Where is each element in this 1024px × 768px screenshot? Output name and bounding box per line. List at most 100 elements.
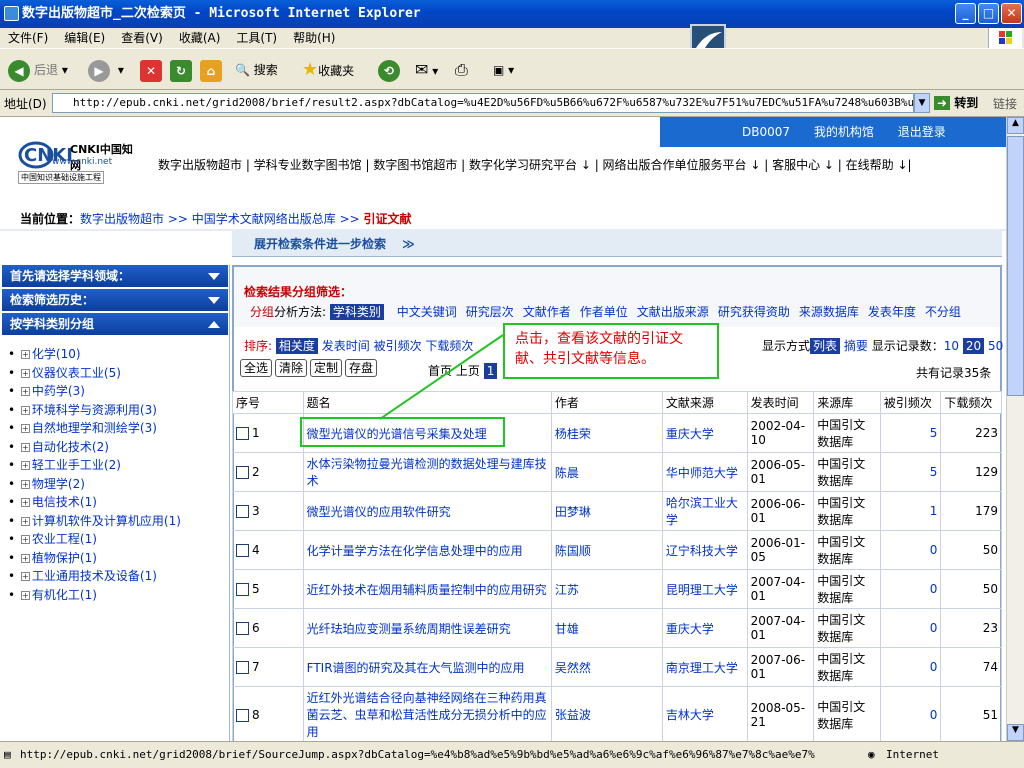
row-checkbox[interactable]	[236, 505, 249, 518]
expand-plus-icon[interactable]: +	[20, 442, 30, 452]
expand-plus-icon[interactable]: +	[20, 405, 30, 415]
sort-option-selected[interactable]: 相关度	[275, 338, 318, 354]
logout-link[interactable]: 退出登录	[898, 125, 946, 139]
display-list[interactable]: 列表	[810, 338, 841, 354]
cited-count[interactable]: 5	[930, 426, 938, 440]
cited-count[interactable]: 0	[930, 582, 938, 596]
first-page-link[interactable]: 首页	[428, 364, 452, 378]
menu-tools[interactable]: 工具(T)	[228, 28, 285, 48]
address-dropdown-icon[interactable]: ▼	[914, 93, 930, 113]
mail-button[interactable]: ✉ ▾	[415, 57, 438, 83]
expand-plus-icon[interactable]: +	[20, 553, 30, 563]
expand-plus-icon[interactable]: +	[20, 387, 30, 396]
count-10[interactable]: 10	[944, 339, 959, 353]
display-summary[interactable]: 摘要	[844, 339, 868, 353]
sidebar-subject-header[interactable]: 首先请选择学科领域：	[2, 265, 228, 287]
history-button[interactable]: ⟲	[378, 57, 404, 83]
row-checkbox[interactable]	[236, 544, 249, 557]
save-button[interactable]: 存盘	[345, 359, 378, 377]
cited-count[interactable]: 0	[930, 708, 938, 722]
category-item[interactable]: • + 农业工程(1)	[8, 530, 181, 549]
search-button[interactable]: 🔍 搜索	[235, 57, 278, 83]
source-link[interactable]: 辽宁科技大学	[666, 544, 738, 558]
row-checkbox[interactable]	[236, 466, 249, 479]
count-20[interactable]: 20	[962, 338, 985, 354]
group-option[interactable]: 研究获得资助	[718, 305, 790, 319]
go-button[interactable]: ➜ 转到	[934, 94, 978, 111]
menu-edit[interactable]: 编辑(E)	[56, 28, 113, 48]
menu-file[interactable]: 文件(F)	[0, 28, 56, 48]
row-checkbox[interactable]	[236, 583, 249, 596]
source-link[interactable]: 哈尔滨工业大学	[666, 496, 738, 527]
author-link[interactable]: 陈晨	[555, 466, 579, 480]
vertical-scrollbar[interactable]: ▲ ▼	[1006, 117, 1024, 741]
expand-plus-icon[interactable]: +	[20, 350, 30, 359]
author-link[interactable]: 张益波	[555, 708, 591, 722]
forward-button[interactable]: ▶ ▾	[88, 57, 124, 83]
title-link[interactable]: FTIR谱图的研究及其在大气监测中的应用	[307, 661, 525, 675]
cited-count[interactable]: 0	[930, 543, 938, 557]
expand-plus-icon[interactable]: +	[20, 424, 30, 433]
category-item[interactable]: • + 中药学(3)	[8, 382, 181, 401]
title-link[interactable]: 光纤珐珀应变测量系统周期性误差研究	[307, 622, 511, 636]
source-link[interactable]: 吉林大学	[666, 708, 714, 722]
menu-view[interactable]: 查看(V)	[113, 28, 171, 48]
maximize-button[interactable]: □	[978, 3, 999, 24]
cited-count[interactable]: 1	[930, 504, 938, 518]
close-button[interactable]: ✕	[1001, 3, 1022, 24]
source-link[interactable]: 重庆大学	[666, 427, 714, 441]
expand-plus-icon[interactable]: +	[20, 479, 30, 489]
cited-count[interactable]: 5	[930, 465, 938, 479]
author-link[interactable]: 田梦琳	[555, 505, 591, 519]
current-page[interactable]: 1	[483, 363, 498, 379]
category-item[interactable]: • + 自然地理学和测绘学(3)	[8, 419, 181, 438]
breadcrumb-path[interactable]: 数字出版物超市 >> 中国学术文献网络出版总库 >>	[80, 212, 363, 226]
category-item[interactable]: • + 自动化技术(2)	[8, 438, 181, 457]
cited-count[interactable]: 0	[930, 621, 938, 635]
category-item[interactable]: • + 工业通用技术及设备(1)	[8, 567, 181, 586]
favorites-button[interactable]: ★收藏夹	[302, 57, 354, 83]
address-input[interactable]: http://epub.cnki.net/grid2008/brief/resu…	[52, 93, 914, 113]
expand-plus-icon[interactable]: +	[20, 572, 30, 581]
row-checkbox[interactable]	[236, 622, 249, 635]
group-option[interactable]: 文献作者	[523, 305, 571, 319]
group-option[interactable]: 作者单位	[580, 305, 628, 319]
expand-plus-icon[interactable]: +	[20, 535, 30, 544]
select-all-button[interactable]: 全选	[240, 359, 273, 377]
scroll-up-icon[interactable]: ▲	[1007, 117, 1024, 134]
title-link[interactable]: 水体污染物拉曼光谱检测的数据处理与建库技术	[307, 457, 547, 488]
category-item[interactable]: • + 电信技术(1)	[8, 493, 181, 512]
minimize-button[interactable]: _	[955, 3, 976, 24]
site-nav[interactable]: 数字出版物超市 | 学科专业数字图书馆 | 数字图书馆超市 | 数字化学习研究平…	[158, 157, 912, 173]
row-checkbox[interactable]	[236, 708, 249, 722]
expand-plus-icon[interactable]: +	[20, 498, 30, 507]
customize-button[interactable]: 定制	[310, 359, 343, 377]
category-item[interactable]: • + 化学(10)	[8, 345, 181, 364]
source-link[interactable]: 华中师范大学	[666, 466, 738, 480]
expand-plus-icon[interactable]: +	[20, 461, 30, 470]
expand-search-bar[interactable]: 展开检索条件进一步检索 ≫	[232, 231, 1002, 257]
scroll-thumb[interactable]	[1007, 136, 1024, 396]
category-item[interactable]: • + 有机化工(1)	[8, 586, 181, 605]
print-button[interactable]: ⎙	[455, 57, 468, 83]
edit-button[interactable]: ▣ ▾	[493, 57, 514, 83]
sidebar-history-header[interactable]: 检索筛选历史：	[2, 289, 228, 311]
expand-plus-icon[interactable]: +	[20, 368, 30, 378]
home-button[interactable]: ⌂	[200, 57, 226, 83]
expand-plus-icon[interactable]: +	[20, 590, 30, 600]
author-link[interactable]: 甘雄	[555, 622, 579, 636]
sidebar-category-header[interactable]: 按学科类别分组	[2, 313, 228, 335]
row-checkbox[interactable]	[236, 661, 249, 674]
expand-plus-icon[interactable]: +	[20, 516, 30, 526]
title-link[interactable]: 微型光谱仪的应用软件研究	[307, 505, 451, 519]
category-item[interactable]: • + 植物保护(1)	[8, 549, 181, 568]
back-button[interactable]: ◀ 后退 ▾	[8, 57, 68, 83]
category-item[interactable]: • + 计算机软件及计算机应用(1)	[8, 512, 181, 531]
links-label[interactable]: 链接	[993, 95, 1017, 112]
refresh-button[interactable]: ↻	[170, 57, 196, 83]
source-link[interactable]: 昆明理工大学	[666, 583, 738, 597]
count-50[interactable]: 50	[988, 339, 1003, 353]
row-checkbox[interactable]	[236, 427, 249, 440]
category-item[interactable]: • + 环境科学与资源利用(3)	[8, 401, 181, 420]
group-option[interactable]: 研究层次	[466, 305, 514, 319]
